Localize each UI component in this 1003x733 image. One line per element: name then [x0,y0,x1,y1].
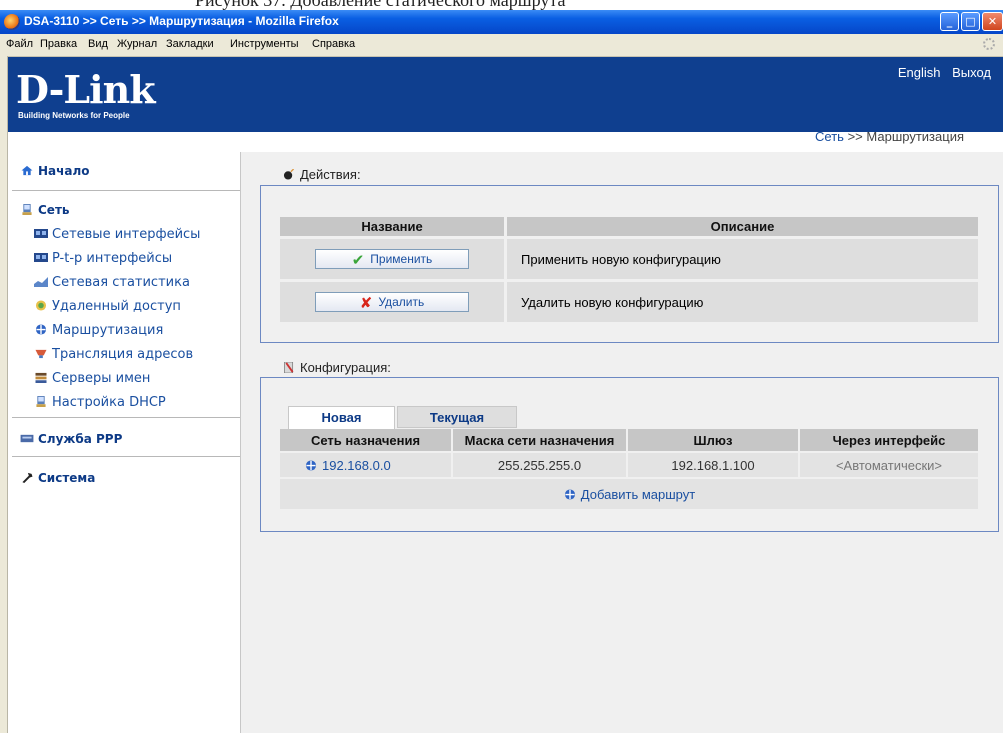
apply-button[interactable]: ✔ Применить [315,249,469,269]
nat-icon [35,349,47,359]
window-left-edge [0,56,8,733]
network-card-icon [34,229,48,238]
table-row: ✘ Удалить Удалить новую конфигурацию [280,282,978,322]
breadcrumb-separator: >> [847,129,863,144]
column-header-description: Описание [507,217,978,236]
column-header-mask: Маска сети назначения [453,429,626,451]
firefox-icon [4,14,20,30]
sidebar-item-network-statistics[interactable]: Сетевая статистика [34,275,190,290]
delete-button[interactable]: ✘ Удалить [315,292,469,312]
sidebar-item-dhcp-settings[interactable]: Настройка DHCP [34,395,166,410]
sidebar-home[interactable]: Начало [20,164,90,178]
sidebar-item-remote-access[interactable]: Удаленный доступ [34,299,181,314]
menu-view[interactable]: Вид [88,38,108,50]
add-route-link[interactable]: Добавить маршрут [280,479,978,509]
add-route-row: Добавить маршрут [280,479,978,509]
sidebar-item-ptp-interfaces[interactable]: P-t-p интерфейсы [34,251,172,266]
delete-description: Удалить новую конфигурацию [507,282,978,322]
route-interface: <Автоматически> [800,453,978,477]
dhcp-icon [36,396,46,407]
sidebar-network[interactable]: Сеть [20,203,70,217]
actions-table: Название Описание ✔ Применить Применить н… [277,214,981,325]
add-route-icon [564,488,575,500]
breadcrumb-section[interactable]: Сеть [815,129,844,144]
dns-icon [35,372,47,383]
close-button[interactable]: ✕ [982,12,1003,31]
menu-tools[interactable]: Инструменты [230,38,299,50]
logo-tagline: Building Networks for People [18,111,130,120]
sidebar-system[interactable]: Система [20,471,95,485]
figure-caption: Рисунок 37. Добавление статического марш… [0,0,1003,10]
route-icon [305,459,317,471]
ppp-icon [20,434,34,443]
english-link[interactable]: English [898,65,941,80]
computer-icon [22,204,32,215]
wrench-icon [22,472,33,483]
home-icon [21,165,33,176]
sidebar-ppp-service[interactable]: Служба PPP [20,432,122,446]
menu-file[interactable]: Файл [6,38,33,50]
column-header-gateway: Шлюз [628,429,798,451]
route-mask: 255.255.255.0 [453,453,626,477]
route-gateway: 192.168.1.100 [628,453,798,477]
logout-link[interactable]: Выход [952,65,991,80]
page-header: D-Link Building Networks for People Engl… [8,57,1003,132]
routing-icon [35,324,47,335]
config-icon [284,362,294,373]
sidebar-divider [12,417,240,418]
header-links: English Выход [890,65,991,80]
sidebar-divider [12,456,240,457]
window-titlebar: DSA-3110 >> Сеть >> Маршрутизация - Mozi… [0,10,1003,34]
routes-table: Сеть назначения Маска сети назначения Шл… [278,427,980,511]
statistics-icon [34,277,48,287]
ptp-interface-icon [34,253,48,262]
remote-access-icon [35,300,47,311]
bomb-icon [283,169,295,180]
column-header-name: Название [280,217,504,236]
menu-history[interactable]: Журнал [117,38,157,50]
main-content: Действия: Название Описание ✔ Применить П… [240,152,1003,733]
table-row: 192.168.0.0 255.255.255.0 192.168.1.100 … [280,453,978,477]
menu-edit[interactable]: Правка [40,38,77,50]
tab-current[interactable]: Текущая [397,406,517,428]
sidebar-item-name-servers[interactable]: Серверы имен [34,371,150,386]
table-row: ✔ Применить Применить новую конфигурацию [280,239,978,279]
sidebar-divider [12,190,240,191]
actions-legend: Действия: [276,167,367,182]
breadcrumb-page: Маршрутизация [866,129,964,144]
caption-text: Рисунок 37. Добавление статического марш… [195,0,566,10]
breadcrumb: Сеть >> Маршрутизация [815,129,964,144]
sidebar-item-network-interfaces[interactable]: Сетевые интерфейсы [34,227,200,242]
dlink-logo: D-Link [16,67,156,112]
apply-description: Применить новую конфигурацию [507,239,978,279]
maximize-button[interactable]: □ [961,12,980,31]
sidebar: Начало Сеть Сетевые интерфейсы P-t-p инт… [8,152,240,733]
menu-help[interactable]: Справка [312,38,355,50]
window-title: DSA-3110 >> Сеть >> Маршрутизация - Mozi… [24,14,339,28]
check-icon: ✔ [351,252,365,269]
sidebar-item-routing[interactable]: Маршрутизация [34,323,163,338]
throbber-icon [983,38,995,50]
menu-bookmarks[interactable]: Закладки [166,38,214,50]
menubar: Файл Правка Вид Журнал Закладки Инструме… [0,34,1003,57]
cross-icon: ✘ [359,295,373,312]
configuration-legend: Конфигурация: [276,360,397,375]
column-header-destination: Сеть назначения [280,429,451,451]
column-header-interface: Через интерфейс [800,429,978,451]
sidebar-item-address-translation[interactable]: Трансляция адресов [34,347,193,362]
minimize-button[interactable]: _ [940,12,959,31]
route-destination[interactable]: 192.168.0.0 [280,453,451,477]
